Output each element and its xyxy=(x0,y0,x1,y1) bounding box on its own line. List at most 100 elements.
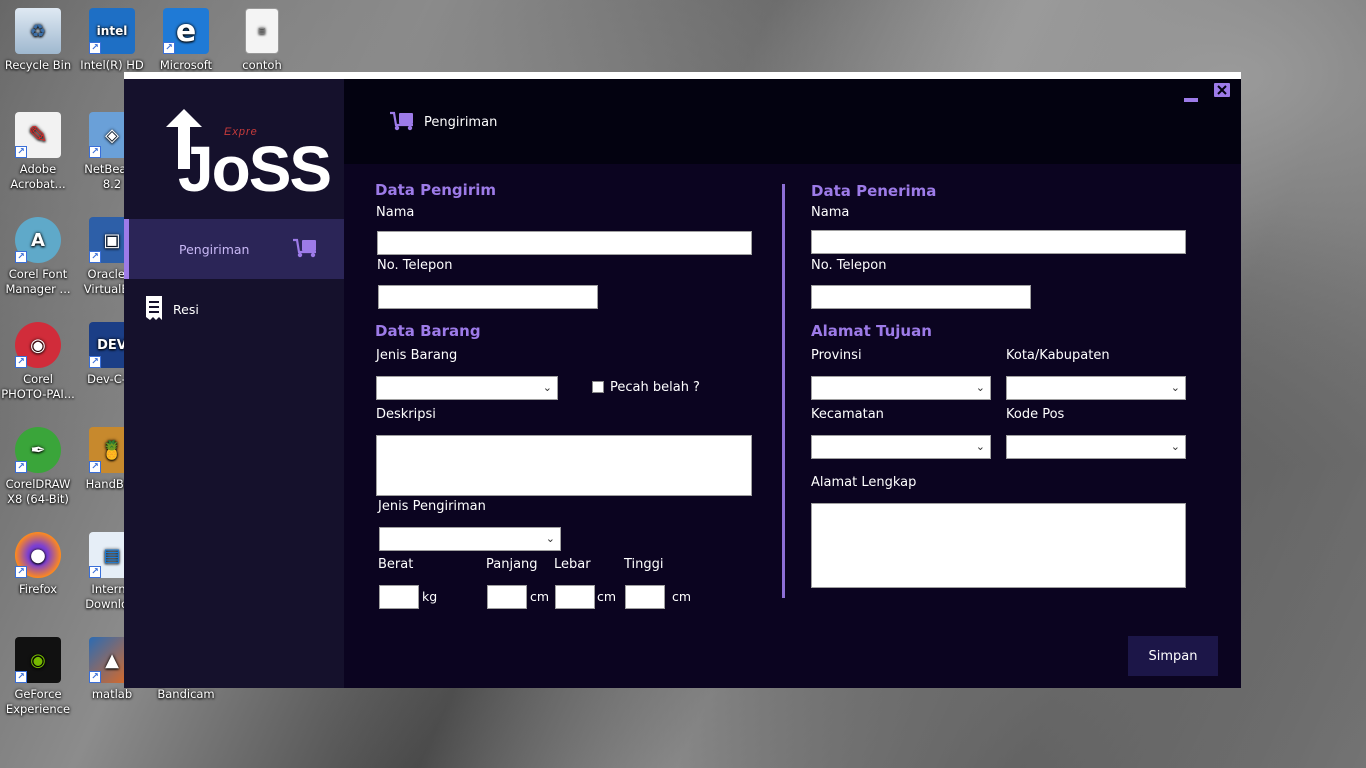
desktop-icon-adobe-acrobat[interactable]: ✎ ↗ Adobe Acrobat... xyxy=(0,112,76,192)
receiver-phone-label: No. Telepon xyxy=(811,258,887,273)
desktop-icon-label: Intel(R) HD Graphic... xyxy=(80,58,144,72)
close-icon xyxy=(1214,83,1230,97)
sidebar-item-resi[interactable]: Resi xyxy=(124,279,344,339)
desktop-icon-corel-font-manager[interactable]: A ↗ Corel Font Manager ... xyxy=(0,217,76,297)
corel-font-manager-icon: A ↗ xyxy=(15,217,61,263)
chevron-down-icon: ⌄ xyxy=(1170,381,1180,394)
truck-icon xyxy=(293,238,316,258)
fragile-checkbox[interactable] xyxy=(592,381,604,393)
item-type-select[interactable]: ⌄ xyxy=(376,376,558,400)
sidebar-item-pengiriman[interactable]: Pengiriman xyxy=(124,219,344,279)
page-title: Pengiriman xyxy=(424,115,498,130)
item-heading: Data Barang xyxy=(375,322,481,340)
chevron-down-icon: ⌄ xyxy=(975,381,985,394)
chevron-down-icon: ⌄ xyxy=(545,532,555,545)
receiver-name-input[interactable] xyxy=(811,230,1186,254)
desktop-icon-label: Recycle Bin xyxy=(4,58,72,72)
fragile-label: Pecah belah ? xyxy=(610,380,700,395)
acrobat-icon: ✎ ↗ xyxy=(15,112,61,158)
description-label: Deskripsi xyxy=(376,407,436,422)
logo: Expre JoSS xyxy=(146,109,332,201)
desktop-icon-recycle-bin[interactable]: ♻ Recycle Bin xyxy=(0,8,76,73)
sender-name-label: Nama xyxy=(376,205,415,220)
sidebar: Expre JoSS Pengiriman Resi xyxy=(124,79,344,688)
minimize-icon xyxy=(1184,98,1198,102)
desktop-icon-microsoft-edge[interactable]: e ↗ Microsoft xyxy=(148,8,224,73)
sidebar-item-label: Pengiriman xyxy=(179,241,250,257)
geforce-icon: ◉ ↗ xyxy=(15,637,61,683)
edge-icon: e ↗ xyxy=(163,8,209,54)
shipping-type-select[interactable]: ⌄ xyxy=(379,527,561,551)
sender-name-input[interactable] xyxy=(377,231,752,255)
sender-heading: Data Pengirim xyxy=(375,181,496,199)
save-button[interactable]: Simpan xyxy=(1128,636,1218,676)
district-label: Kecamatan xyxy=(811,407,884,422)
desktop-icon-label: contoh xyxy=(242,58,282,72)
chevron-down-icon: ⌄ xyxy=(1170,440,1180,453)
truck-icon xyxy=(390,111,413,131)
city-label: Kota/Kabupaten xyxy=(1006,348,1110,363)
weight-input[interactable] xyxy=(379,585,419,609)
desktop-icon-coreldraw[interactable]: ✒ ↗ CorelDRAW X8 (64-Bit) xyxy=(0,427,76,507)
province-select[interactable]: ⌄ xyxy=(811,376,991,400)
width-input[interactable] xyxy=(555,585,595,609)
desktop-icon-label: matlab xyxy=(91,687,133,701)
photo-paint-icon: ◉ ↗ xyxy=(15,322,61,368)
close-button[interactable] xyxy=(1214,83,1230,103)
desktop-icon-contoh[interactable]: ≡ contoh xyxy=(224,8,300,73)
firefox-icon: ● ↗ xyxy=(15,532,61,578)
length-label: Panjang xyxy=(486,557,538,572)
sender-phone-label: No. Telepon xyxy=(377,258,453,273)
height-input[interactable] xyxy=(625,585,665,609)
chevron-down-icon: ⌄ xyxy=(542,381,552,394)
desktop-icon-corel-photo-paint[interactable]: ◉ ↗ Corel PHOTO-PAI... xyxy=(0,322,76,402)
description-textarea[interactable] xyxy=(376,435,752,496)
province-label: Provinsi xyxy=(811,348,862,363)
weight-label: Berat xyxy=(378,557,414,572)
receipt-icon xyxy=(146,296,162,320)
desktop-icon-firefox[interactable]: ● ↗ Firefox xyxy=(0,532,76,597)
column-divider xyxy=(782,184,785,598)
postal-code-select[interactable]: ⌄ xyxy=(1006,435,1186,459)
shipment-form: Data Pengirim Nama No. Telepon Data Bara… xyxy=(344,164,1241,688)
coreldraw-icon: ✒ ↗ xyxy=(15,427,61,473)
desktop-icon-geforce[interactable]: ◉ ↗ GeForce Experience xyxy=(0,637,76,717)
district-select[interactable]: ⌄ xyxy=(811,435,991,459)
recycle-bin-icon: ♻ xyxy=(15,8,61,54)
minimize-button[interactable] xyxy=(1183,87,1199,107)
app-window: Expre JoSS Pengiriman Resi Pengiriman Da… xyxy=(124,72,1241,688)
width-unit: cm xyxy=(597,589,617,604)
desktop-icon-label: Bandicam xyxy=(157,687,215,701)
desktop-icon-intel-graphics[interactable]: intel↗ Intel(R) HD Graphic... xyxy=(74,8,150,73)
receiver-phone-input[interactable] xyxy=(811,285,1031,309)
logo-text: JoSS xyxy=(178,133,332,205)
desktop-icon-label: Corel Font Manager ... xyxy=(5,267,71,296)
address-heading: Alamat Tujuan xyxy=(811,322,932,340)
chevron-down-icon: ⌄ xyxy=(975,440,985,453)
receiver-heading: Data Penerima xyxy=(811,182,937,200)
sender-phone-input[interactable] xyxy=(378,285,598,309)
full-address-label: Alamat Lengkap xyxy=(811,475,917,490)
desktop-icon-label: CorelDRAW X8 (64-Bit) xyxy=(5,477,71,506)
desktop-icon-label: Microsoft xyxy=(159,58,213,72)
height-unit: cm xyxy=(672,589,692,604)
full-address-textarea[interactable] xyxy=(811,503,1186,588)
height-label: Tinggi xyxy=(624,557,664,572)
weight-unit: kg xyxy=(422,589,438,604)
desktop-icon-label: Corel PHOTO-PAI... xyxy=(1,372,75,401)
intel-graphics-icon: intel ↗ xyxy=(89,8,135,54)
width-label: Lebar xyxy=(554,557,591,572)
desktop-icon-label: Adobe Acrobat... xyxy=(10,162,66,191)
text-file-icon: ≡ xyxy=(245,8,279,54)
header-bar: Pengiriman xyxy=(344,79,1241,164)
postal-code-label: Kode Pos xyxy=(1006,407,1065,422)
length-unit: cm xyxy=(530,589,550,604)
length-input[interactable] xyxy=(487,585,527,609)
desktop-icon-label: Firefox xyxy=(18,582,58,596)
receiver-name-label: Nama xyxy=(811,205,850,220)
city-select[interactable]: ⌄ xyxy=(1006,376,1186,400)
sidebar-item-label: Resi xyxy=(173,301,199,317)
item-type-label: Jenis Barang xyxy=(376,348,458,363)
shipping-type-label: Jenis Pengiriman xyxy=(378,499,486,514)
desktop-icon-label: GeForce Experience xyxy=(5,687,71,716)
